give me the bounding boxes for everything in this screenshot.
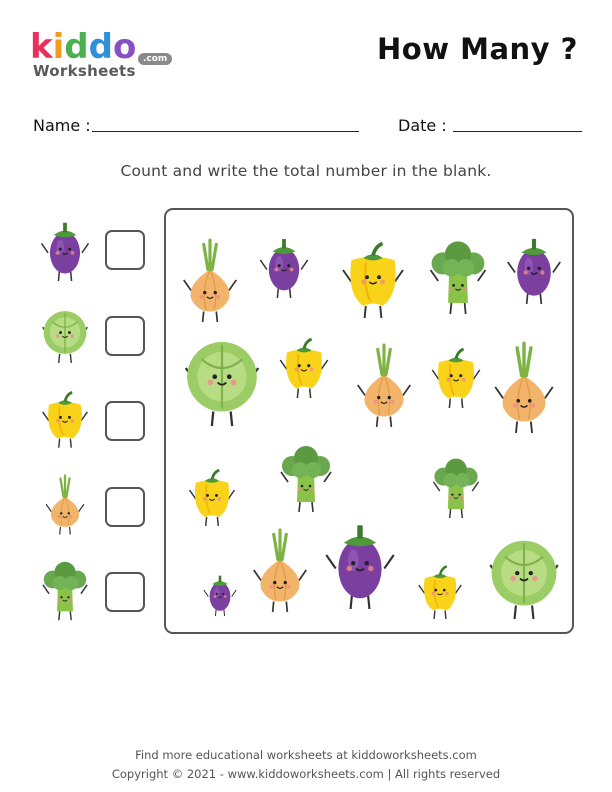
- logo-letter-k: k: [30, 27, 53, 67]
- bell-pepper-icon: [432, 349, 480, 408]
- bell-pepper-icon: [280, 339, 328, 398]
- date-line[interactable]: [453, 131, 582, 132]
- eggplant-icon: [260, 239, 308, 298]
- bell-pepper-icon: [190, 470, 235, 526]
- answer-box-bell-pepper[interactable]: [105, 401, 145, 441]
- instruction-text: Count and write the total number in the …: [120, 162, 492, 180]
- vegetables-scene: [166, 210, 572, 632]
- answer-box-onion[interactable]: [105, 487, 145, 527]
- broccoli-icon: [40, 560, 90, 622]
- bell-pepper-icon: [40, 389, 90, 451]
- cabbage-icon: [490, 541, 558, 619]
- logo-badge: .com: [138, 53, 173, 65]
- broccoli-icon: [431, 241, 486, 314]
- logo-letter-o: o: [112, 27, 137, 67]
- eggplant-icon: [40, 220, 90, 282]
- onion-icon: [495, 343, 553, 433]
- name-line[interactable]: [92, 131, 359, 132]
- logo-wordmark: kiddo: [30, 28, 136, 66]
- vegetables-panel: [164, 208, 574, 634]
- page-title: How Many ?: [377, 32, 578, 66]
- logo-letter-d1: d: [64, 27, 89, 67]
- answer-box-eggplant[interactable]: [105, 230, 145, 270]
- onion-icon: [358, 345, 411, 427]
- name-label: Name :: [33, 116, 91, 135]
- answer-box-broccoli[interactable]: [105, 572, 145, 612]
- onion-icon: [184, 240, 237, 322]
- eggplant-icon: [326, 525, 394, 609]
- onion-icon: [40, 474, 90, 536]
- logo-letter-d2: d: [88, 27, 113, 67]
- bell-pepper-icon: [343, 244, 403, 318]
- footer-promo: Find more educational worksheets at kidd…: [135, 748, 477, 762]
- date-label: Date :: [398, 116, 447, 135]
- onion-icon: [254, 530, 307, 612]
- logo-letter-i: i: [52, 27, 65, 67]
- answer-box-cabbage[interactable]: [105, 316, 145, 356]
- eggplant-icon: [508, 239, 561, 304]
- footer-copyright: Copyright © 2021 - www.kiddoworksheets.c…: [111, 767, 501, 781]
- cabbage-icon: [40, 306, 90, 368]
- broccoli-icon: [434, 459, 479, 518]
- kiddo-worksheets-logo: kiddo Worksheets .com: [30, 28, 180, 83]
- logo-subtitle: Worksheets: [33, 62, 136, 80]
- eggplant-icon: [204, 576, 237, 616]
- broccoli-icon: [281, 446, 331, 512]
- bell-pepper-icon: [419, 566, 462, 619]
- cabbage-icon: [186, 342, 259, 426]
